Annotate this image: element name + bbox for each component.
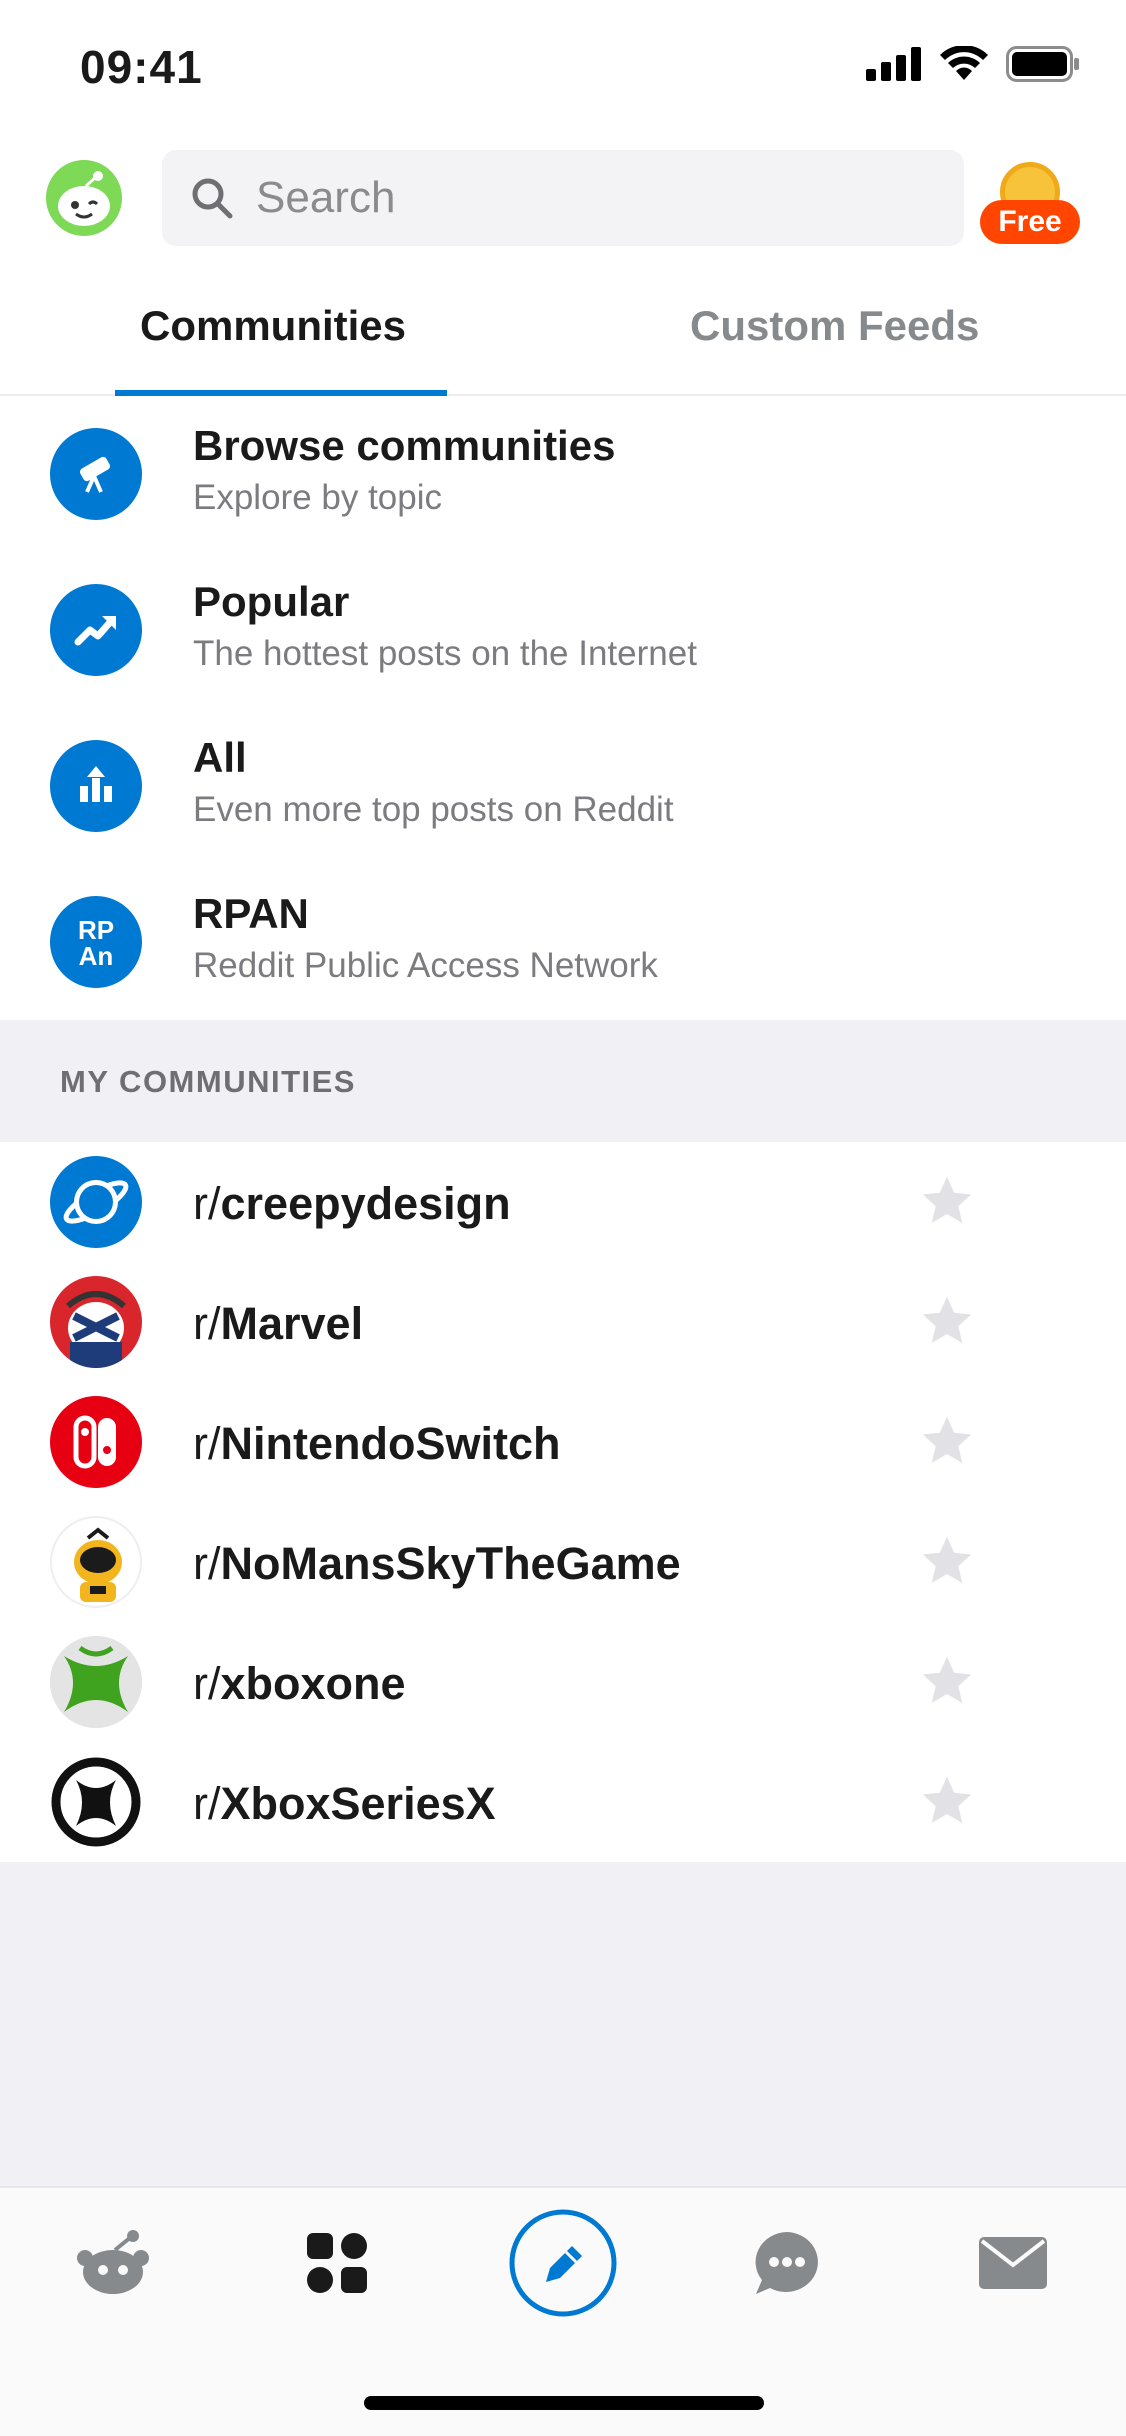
community-name: r/xboxone xyxy=(193,1658,406,1709)
community-row[interactable]: r/XboxSeriesX xyxy=(0,1742,1126,1862)
feed-rpan[interactable]: RP An RPAN Reddit Public Access Network xyxy=(0,864,1126,1020)
nav-inbox-button[interactable] xyxy=(948,2188,1078,2338)
cellular-signal-icon xyxy=(866,47,921,81)
feed-subtitle: The hottest posts on the Internet xyxy=(193,634,697,673)
telescope-icon xyxy=(50,428,142,520)
feed-subtitle: Explore by topic xyxy=(193,478,443,517)
feed-subtitle: Even more top posts on Reddit xyxy=(193,790,674,829)
feed-browse-communities[interactable]: Browse communities Explore by topic xyxy=(0,396,1126,552)
user-avatar[interactable] xyxy=(46,160,122,236)
nav-home-button[interactable] xyxy=(48,2188,178,2338)
feed-tabs: Communities Custom Feeds xyxy=(0,280,1126,396)
snoo-avatar-icon xyxy=(58,171,110,226)
wifi-icon xyxy=(940,46,988,80)
community-row[interactable]: r/NintendoSwitch xyxy=(0,1382,1126,1502)
battery-icon xyxy=(1006,46,1079,82)
community-row[interactable]: r/creepydesign xyxy=(0,1142,1126,1262)
community-name: r/creepydesign xyxy=(193,1178,511,1229)
home-indicator xyxy=(364,2396,764,2410)
reddit-home-icon xyxy=(77,2230,149,2294)
favorite-star-icon[interactable] xyxy=(918,1652,976,1710)
community-row[interactable]: r/Marvel xyxy=(0,1262,1126,1382)
nav-chat-button[interactable] xyxy=(722,2188,852,2338)
search-icon xyxy=(192,178,233,219)
envelope-icon xyxy=(979,2237,1047,2289)
community-name: r/NoMansSkyTheGame xyxy=(193,1538,681,1589)
favorite-star-icon[interactable] xyxy=(918,1412,976,1470)
feed-title: Browse communities xyxy=(193,422,616,469)
svg-text:An: An xyxy=(79,941,114,971)
tab-communities[interactable]: Communities xyxy=(140,302,406,350)
empty-area xyxy=(0,1862,1126,2186)
section-title: MY COMMUNITIES xyxy=(60,1064,356,1099)
nav-create-post-button[interactable] xyxy=(498,2188,628,2338)
community-name: r/XboxSeriesX xyxy=(193,1778,496,1829)
favorite-star-icon[interactable] xyxy=(918,1292,976,1350)
feed-title: RPAN xyxy=(193,890,309,937)
trending-up-icon xyxy=(50,584,142,676)
free-badge: Free xyxy=(980,200,1080,244)
xbox-one-icon xyxy=(50,1636,142,1728)
community-row[interactable]: r/NoMansSkyTheGame xyxy=(0,1502,1126,1622)
rpan-icon: RP An xyxy=(50,896,142,988)
marvel-avatar-icon xyxy=(50,1276,142,1368)
favorite-star-icon[interactable] xyxy=(918,1172,976,1230)
search-placeholder: Search xyxy=(256,173,396,222)
nav-communities-button[interactable] xyxy=(272,2188,402,2338)
astronaut-icon xyxy=(50,1516,142,1608)
tab-custom-feeds[interactable]: Custom Feeds xyxy=(690,302,979,350)
community-name: r/Marvel xyxy=(193,1298,364,1349)
status-bar: 09:41 xyxy=(0,0,1126,135)
bar-chart-icon xyxy=(50,740,142,832)
planet-icon xyxy=(50,1156,142,1248)
community-name: r/NintendoSwitch xyxy=(193,1418,561,1469)
feed-subtitle: Reddit Public Access Network xyxy=(193,946,658,985)
search-input[interactable]: Search xyxy=(162,150,964,246)
feed-popular[interactable]: Popular The hottest posts on the Interne… xyxy=(0,552,1126,708)
feed-title: All xyxy=(193,734,247,781)
chat-bubble-icon xyxy=(755,2232,818,2294)
pencil-create-icon xyxy=(509,2209,617,2317)
nintendo-switch-icon xyxy=(50,1396,142,1488)
favorite-star-icon[interactable] xyxy=(918,1772,976,1830)
feed-all[interactable]: All Even more top posts on Reddit xyxy=(0,708,1126,864)
my-communities-header: MY COMMUNITIES xyxy=(0,1020,1126,1142)
xbox-logo-icon xyxy=(50,1756,142,1848)
status-icons xyxy=(866,46,1080,82)
communities-grid-icon xyxy=(307,2233,367,2293)
status-time: 09:41 xyxy=(80,41,203,93)
community-row[interactable]: r/xboxone xyxy=(0,1622,1126,1742)
top-header: Search Free xyxy=(0,140,1126,260)
favorite-star-icon[interactable] xyxy=(918,1532,976,1590)
feed-title: Popular xyxy=(193,578,350,625)
free-coins-button[interactable]: Free xyxy=(980,162,1080,252)
